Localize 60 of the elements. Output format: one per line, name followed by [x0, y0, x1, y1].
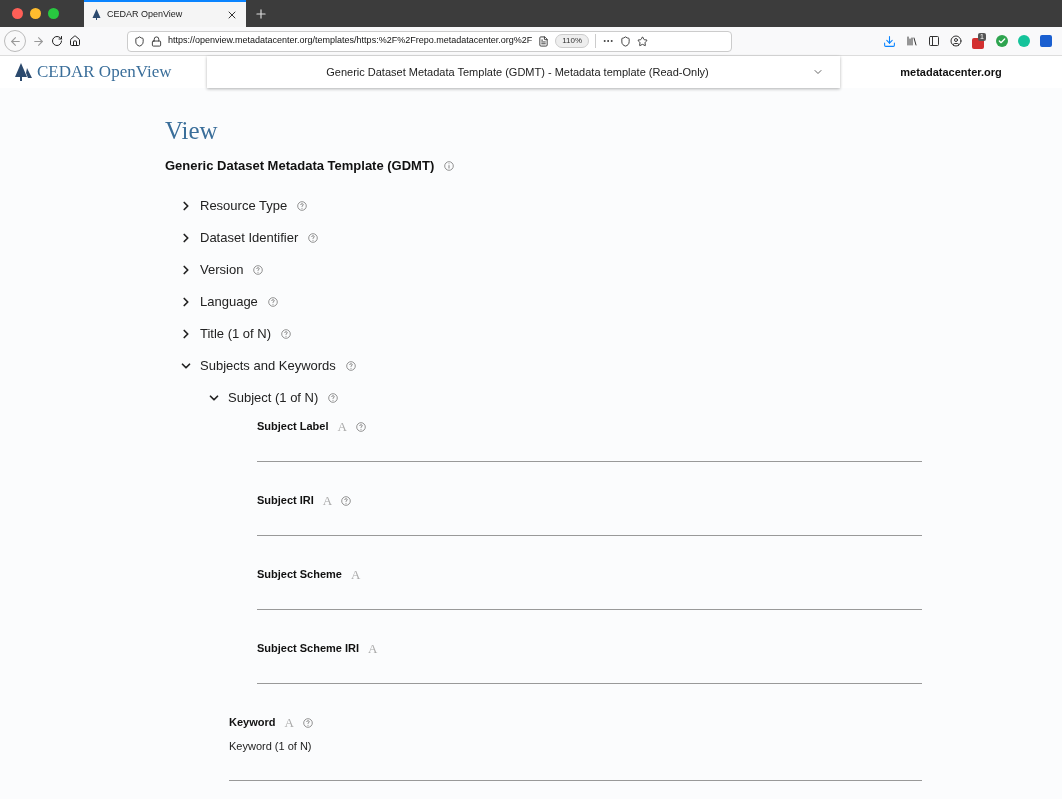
maximize-window-button[interactable] — [48, 8, 59, 19]
bookmark-star-icon[interactable] — [637, 35, 649, 47]
text-type-glyph: A — [284, 715, 294, 730]
help-icon[interactable] — [355, 421, 366, 432]
template-title: Generic Dataset Metadata Template (GDMT) — [165, 157, 435, 175]
help-icon[interactable] — [281, 328, 292, 339]
instance-label: Keyword (1 of N) — [229, 739, 313, 753]
new-tab-icon[interactable] — [254, 6, 268, 21]
sidebar-icon[interactable] — [928, 35, 940, 47]
help-icon[interactable] — [345, 360, 356, 371]
help-icon[interactable] — [341, 495, 352, 506]
extension-icon[interactable] — [1040, 35, 1052, 47]
browser-tab[interactable]: CEDAR OpenView — [84, 0, 246, 27]
tab-title: CEDAR OpenView — [107, 7, 184, 21]
info-icon[interactable] — [444, 160, 455, 171]
reload-icon[interactable] — [51, 35, 63, 47]
check-extension-icon[interactable] — [996, 35, 1008, 47]
section-title[interactable]: Subject (1 of N) — [228, 387, 319, 408]
section-title[interactable]: Language — [200, 291, 258, 312]
field-label: Subject IRI — [257, 493, 314, 509]
field-label: Subject Scheme IRI — [257, 641, 360, 657]
minimize-window-button[interactable] — [30, 8, 41, 19]
back-arrow-icon — [8, 34, 22, 48]
tree-icon — [92, 9, 101, 20]
help-icon[interactable] — [302, 717, 313, 728]
text-type-glyph: A — [322, 493, 333, 508]
app-logo-text[interactable]: CEDAR OpenView — [37, 59, 172, 85]
address-bar[interactable]: https://openview.metadatacenter.org/templates/https:%2F%2Frepo.metadatacenter.org%2F 110% — [127, 30, 732, 52]
template-dropdown[interactable]: Generic Dataset Metadata Template (GDMT) - Metadata template (Read-Only) — [207, 56, 840, 88]
text-type-glyph: A — [351, 567, 361, 582]
close-window-button[interactable] — [12, 8, 23, 19]
download-icon[interactable] — [883, 34, 896, 48]
section-title[interactable]: Version — [200, 259, 244, 280]
grammar-extension-icon[interactable] — [1018, 35, 1030, 47]
page-heading: View — [165, 116, 219, 146]
section-title[interactable]: Dataset Identifier — [200, 227, 299, 248]
site-link[interactable]: metadatacenter.org — [900, 63, 1002, 81]
help-icon[interactable] — [297, 200, 308, 211]
text-type-glyph: A — [337, 419, 347, 434]
zoom-level-button[interactable]: 110% — [555, 34, 590, 48]
field-label: Subject Label — [257, 419, 329, 435]
forward-icon[interactable] — [32, 34, 45, 48]
help-icon[interactable] — [267, 296, 278, 307]
section-title[interactable]: Subjects and Keywords — [200, 355, 336, 376]
tree-logo-icon — [14, 63, 33, 81]
field-label: Keyword — [229, 715, 276, 731]
text-type-glyph: A — [368, 641, 378, 656]
home-icon[interactable] — [69, 35, 81, 47]
lock-icon[interactable] — [151, 35, 162, 47]
shield-icon[interactable] — [134, 35, 145, 47]
help-icon[interactable] — [308, 232, 319, 243]
help-icon[interactable] — [328, 392, 339, 403]
reader-view-icon[interactable] — [538, 35, 550, 47]
library-icon[interactable] — [906, 35, 918, 47]
field-label: Subject Scheme — [257, 567, 342, 583]
url-text: https://openview.metadatacenter.org/templates/https:%2F%2Frepo.metadatacenter.org%2F — [168, 34, 533, 48]
section-title[interactable]: Resource Type — [200, 195, 288, 216]
account-icon[interactable] — [950, 35, 962, 47]
section-title[interactable]: Title (1 of N) — [200, 323, 272, 344]
help-icon[interactable] — [253, 264, 264, 275]
